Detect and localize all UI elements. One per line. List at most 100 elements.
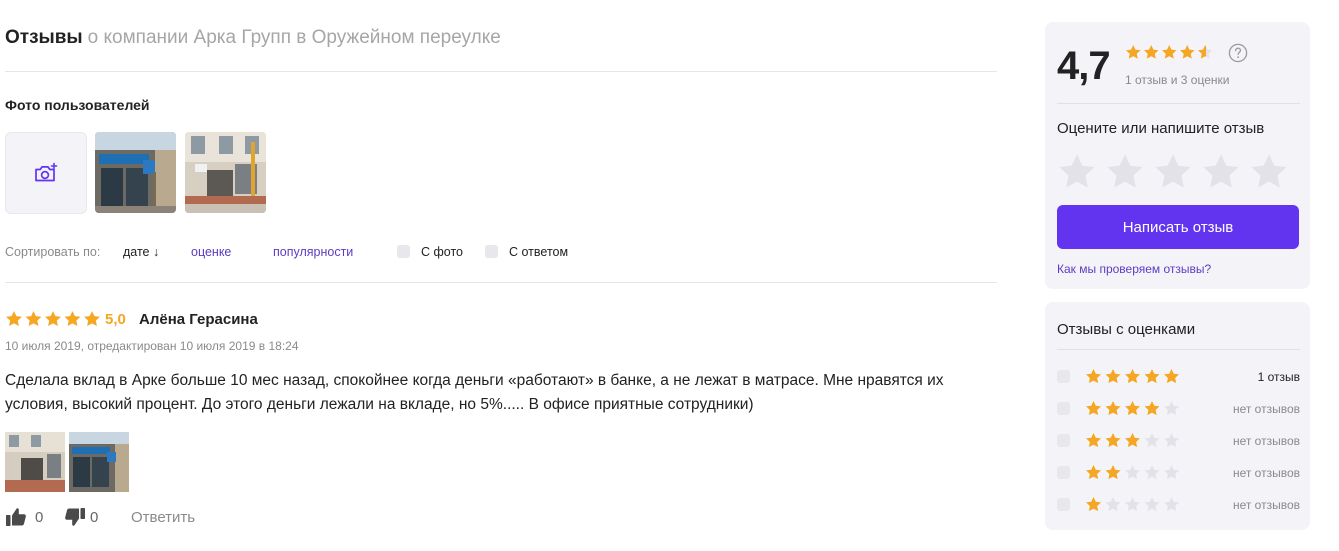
star-icon: [1086, 465, 1101, 480]
star-icon: [1144, 433, 1160, 448]
review-actions: 0 0 Ответить: [5, 507, 305, 527]
star-icon: [1161, 44, 1177, 59]
help-icon[interactable]: [1228, 43, 1248, 63]
star-icon: [1164, 433, 1179, 448]
rating-filter-row[interactable]: нет отзывов: [1057, 495, 1300, 515]
camera-plus-icon: [35, 162, 58, 182]
review-header: 5,0 Алёна Герасина: [5, 310, 605, 330]
star-icon: [1105, 401, 1121, 416]
building-photo: [5, 432, 65, 492]
rating-filter-card: Отзывы с оценками 1 отзыв нет отзывов нет …: [1045, 302, 1310, 530]
checkbox[interactable]: [1057, 498, 1070, 511]
building-photo: [185, 132, 266, 213]
star-icon: [6, 311, 22, 327]
star-icon: [1179, 44, 1195, 59]
star-icon: [1125, 465, 1140, 480]
review-photo-thumbnail[interactable]: [5, 432, 65, 492]
star-icon: [1125, 497, 1140, 512]
review-date: 10 июля 2019, отредактирован 10 июля 201…: [5, 339, 299, 353]
average-rating-stars: [1125, 44, 1213, 59]
rating-filter-stars: [1086, 369, 1179, 384]
user-photos-title: Фото пользователей: [5, 97, 150, 113]
rating-filter-stars: [1086, 465, 1179, 480]
star-icon: [1086, 433, 1101, 448]
star-icon: [1143, 44, 1159, 59]
star-icon: [1125, 369, 1140, 384]
divider: [1057, 349, 1300, 350]
review-photo-thumbnail[interactable]: [69, 432, 129, 492]
thumbs-up-icon[interactable]: [5, 507, 29, 527]
dislike-count: 0: [90, 509, 99, 526]
rating-filter-row[interactable]: нет отзывов: [1057, 463, 1300, 483]
checkbox[interactable]: [1057, 434, 1070, 447]
filter-with-photo[interactable]: С фото: [397, 245, 463, 259]
rate-star-icon[interactable]: [1251, 154, 1287, 188]
star-icon: [1105, 465, 1121, 480]
star-icon: [1164, 497, 1179, 512]
rating-filter-row[interactable]: нет отзывов: [1057, 431, 1300, 451]
filter-with-answer[interactable]: С ответом: [485, 245, 568, 259]
user-photo-thumbnail[interactable]: [95, 132, 176, 213]
checkbox[interactable]: [397, 245, 410, 258]
divider: [5, 71, 997, 72]
rating-filter-count: нет отзывов: [1232, 434, 1300, 448]
page-title-strong: Отзывы: [5, 27, 83, 48]
storefront-photo: [69, 432, 129, 492]
review-score: 5,0: [105, 311, 126, 328]
rating-filter-count: 1 отзыв: [1257, 370, 1300, 384]
checkbox[interactable]: [1057, 402, 1070, 415]
rating-filter-stars: [1086, 401, 1179, 416]
divider: [1057, 103, 1300, 104]
star-icon: [1164, 401, 1179, 416]
rate-star-icon[interactable]: [1107, 154, 1143, 188]
sort-bar: Сортировать по: дате ↓ оценке популярнос…: [5, 245, 705, 261]
star-icon: [25, 311, 42, 327]
how-we-check-link[interactable]: Как мы проверяем отзывы?: [1057, 262, 1211, 276]
average-rating: 4,7: [1057, 44, 1111, 88]
star-icon: [1144, 497, 1160, 512]
star-icon: [1144, 369, 1160, 384]
page-title-company: о компании Арка Групп в Оружейном переул…: [87, 27, 501, 48]
rating-filter-count: нет отзывов: [1232, 466, 1300, 480]
divider: [5, 282, 997, 283]
checkbox[interactable]: [1057, 370, 1070, 383]
thumbs-down-icon[interactable]: [62, 507, 86, 527]
rating-filter-row[interactable]: 1 отзыв: [1057, 367, 1300, 387]
star-icon: [1086, 497, 1101, 512]
star-icon: [45, 311, 61, 327]
rate-star-icon[interactable]: [1155, 154, 1191, 188]
reply-button[interactable]: Ответить: [131, 509, 195, 526]
rating-filter-title: Отзывы с оценками: [1057, 321, 1196, 338]
star-icon: [1144, 401, 1160, 416]
add-photo-button[interactable]: [5, 132, 87, 214]
like-count: 0: [35, 509, 44, 526]
rating-filter-row[interactable]: нет отзывов: [1057, 399, 1300, 419]
page-title: Отзывы о компании Арка Групп в Оружейном …: [5, 27, 501, 49]
star-icon: [1164, 465, 1179, 480]
star-icon: [1105, 497, 1121, 512]
star-icon: [1144, 465, 1160, 480]
checkbox[interactable]: [1057, 466, 1070, 479]
star-icon: [1086, 369, 1101, 384]
sort-by-popularity[interactable]: популярности: [273, 245, 353, 259]
checkbox[interactable]: [485, 245, 498, 258]
review-author[interactable]: Алёна Герасина: [139, 311, 258, 328]
storefront-photo: [95, 132, 176, 213]
rate-prompt: Оцените или напишите отзыв: [1057, 120, 1265, 137]
star-icon: [1086, 401, 1101, 416]
rate-stars-input[interactable]: [1057, 152, 1301, 192]
filter-with-answer-label: С ответом: [509, 245, 569, 259]
star-icon: [1125, 44, 1141, 59]
rating-filter-count: нет отзывов: [1232, 498, 1300, 512]
rating-filter-stars: [1086, 497, 1179, 512]
rate-star-icon[interactable]: [1203, 154, 1239, 188]
write-review-button[interactable]: Написать отзыв: [1057, 205, 1299, 249]
sort-by-date[interactable]: дате ↓: [123, 245, 159, 259]
rating-filter-count: нет отзывов: [1232, 402, 1300, 416]
star-icon: [84, 311, 100, 327]
rating-count: 1 отзыв и 3 оценки: [1125, 73, 1230, 87]
star-icon: [1164, 369, 1179, 384]
rate-star-icon[interactable]: [1059, 154, 1095, 188]
user-photo-thumbnail[interactable]: [185, 132, 266, 213]
sort-by-rating[interactable]: оценке: [191, 245, 231, 259]
